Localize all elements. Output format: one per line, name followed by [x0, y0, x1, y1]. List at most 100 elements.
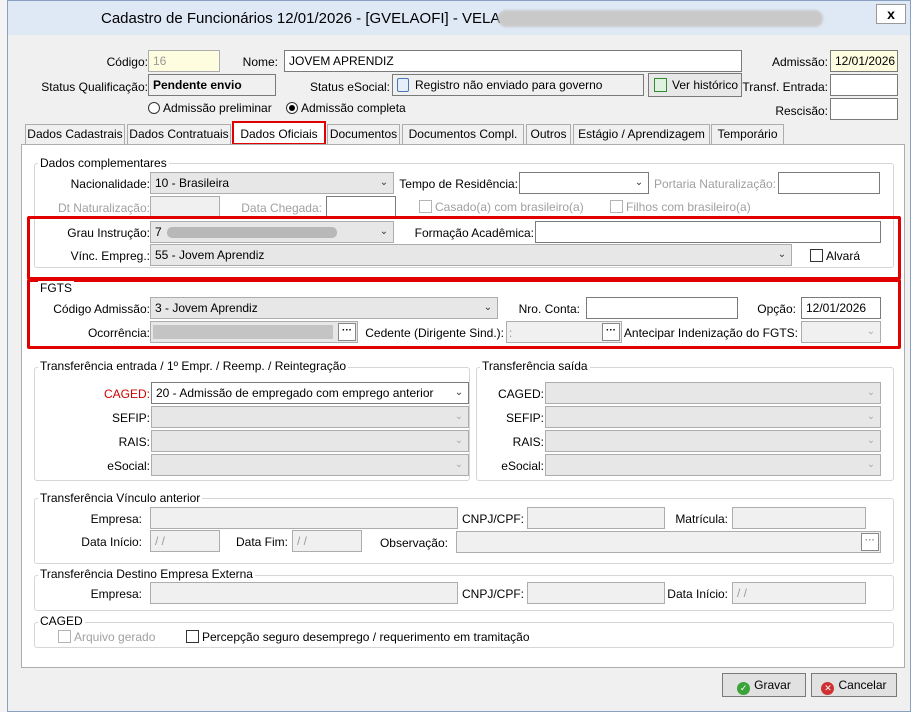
cnpj-destino-label: CNPJ/CPF:	[462, 587, 525, 601]
tab-temporario[interactable]: Temporário	[711, 124, 784, 144]
codigo-field[interactable]: 16	[148, 50, 220, 72]
vinculo-anterior-title: Transferência Vínculo anterior	[38, 491, 203, 505]
caged-entrada-select[interactable]: 20 - Admissão de empregado com emprego a…	[151, 382, 469, 404]
status-qualificacao-label: Status Qualificação:	[41, 80, 148, 94]
admissao-field[interactable]: 12/01/2026	[830, 50, 898, 72]
casado-checkbox[interactable]	[419, 200, 432, 213]
dados-complementares-title: Dados complementares	[38, 156, 169, 170]
esocial-entrada-label: eSocial:	[107, 459, 150, 473]
close-button[interactable]: x	[876, 4, 906, 24]
title-bar[interactable]: Cadastro de Funcionários 12/01/2026 - [G…	[8, 1, 910, 35]
empresa-destino-field[interactable]	[150, 582, 458, 604]
transf-entrada-field[interactable]	[830, 74, 898, 96]
tab-dados-oficiais[interactable]: Dados Oficiais	[232, 121, 326, 145]
chevron-down-icon: ⌄	[454, 387, 464, 398]
chevron-down-icon: ⌄	[634, 177, 644, 188]
data-inicio-anterior-field[interactable]: / /	[150, 530, 220, 552]
status-esocial-text: Registro não enviado para governo	[415, 78, 603, 92]
tab-outros[interactable]: Outros	[526, 124, 571, 144]
rais-entrada-select[interactable]: ⌄	[151, 430, 469, 452]
admissao-preliminar-radio[interactable]	[148, 102, 160, 114]
data-inicio-destino-field[interactable]: / /	[732, 582, 866, 604]
opcao-field[interactable]: 12/01/2026	[801, 297, 881, 319]
admissao-label: Admissão:	[771, 55, 828, 69]
matricula-label: Matrícula:	[675, 512, 728, 526]
transf-entrada-title: Transferência entrada / 1º Empr. / Reemp…	[38, 359, 349, 373]
cnpj-anterior-label: CNPJ/CPF:	[462, 512, 525, 526]
filhos-checkbox[interactable]	[610, 200, 623, 213]
percepcao-label: Percepção seguro desemprego / requerimen…	[202, 630, 530, 644]
tab-estagio-aprendizagem[interactable]: Estágio / Aprendizagem	[573, 124, 710, 144]
admissao-preliminar-label: Admissão preliminar	[163, 101, 272, 115]
gravar-button[interactable]: ✓ Gravar	[722, 673, 806, 697]
antecipar-label: Antecipar Indenização do FGTS:	[623, 326, 798, 340]
filhos-label: Filhos com brasileiro(a)	[626, 200, 751, 214]
nacionalidade-value: 10 - Brasileira	[155, 176, 230, 190]
chevron-down-icon: ⌄	[454, 459, 464, 470]
data-chegada-field[interactable]	[326, 196, 396, 218]
chevron-down-icon: ⌄	[866, 387, 876, 398]
data-fim-field[interactable]: / /	[292, 530, 362, 552]
cnpj-anterior-field[interactable]	[527, 507, 665, 529]
dt-naturalizacao-field[interactable]	[150, 196, 220, 218]
data-chegada-label: Data Chegada:	[241, 201, 322, 215]
chevron-down-icon: ⌄	[483, 302, 493, 313]
antecipar-select[interactable]: ⌄	[801, 321, 881, 343]
nro-conta-field[interactable]	[586, 297, 738, 319]
tab-documentos[interactable]: Documentos	[327, 124, 400, 144]
portaria-field[interactable]	[778, 172, 880, 194]
grau-instrucao-select[interactable]: 7 ⌄	[150, 221, 394, 243]
ellipsis-icon[interactable]: ···	[338, 323, 356, 341]
dados-oficiais-panel: Dados complementares Nacionalidade: 10 -…	[21, 144, 905, 668]
alvara-checkbox[interactable]	[810, 249, 823, 262]
check-icon: ✓	[737, 682, 751, 695]
ellipsis-icon[interactable]: ···	[861, 533, 879, 551]
codigo-label: Código:	[106, 55, 148, 69]
nacionalidade-select[interactable]: 10 - Brasileira ⌄	[150, 172, 394, 194]
ver-historico-button[interactable]: Ver histórico	[648, 73, 742, 97]
arquivo-gerado-checkbox[interactable]	[58, 630, 71, 643]
tab-documentos-compl[interactable]: Documentos Compl.	[402, 124, 524, 144]
gravar-label: Gravar	[754, 678, 791, 692]
sefip-saida-select[interactable]: ⌄	[545, 406, 881, 428]
status-esocial-field: Registro não enviado para governo	[392, 74, 644, 96]
tab-dados-contratuais[interactable]: Dados Contratuais	[127, 124, 231, 144]
empresa-anterior-field[interactable]	[150, 507, 458, 529]
ellipsis-icon[interactable]: ···	[602, 323, 620, 341]
esocial-entrada-select[interactable]: ⌄	[151, 454, 469, 476]
rais-saida-select[interactable]: ⌄	[545, 430, 881, 452]
transf-entrada-label: Transf. Entrada:	[742, 80, 828, 94]
rescisao-field[interactable]	[830, 98, 898, 120]
empresa-destino-label: Empresa:	[90, 587, 142, 601]
ocorrencia-field[interactable]: ···	[150, 321, 358, 343]
percepcao-checkbox[interactable]	[186, 630, 199, 643]
portaria-label: Portaria Naturalização:	[653, 177, 776, 191]
nome-field[interactable]: JOVEM APRENDIZ	[284, 50, 742, 72]
caged-saida-label: CAGED:	[497, 387, 544, 401]
sefip-entrada-select[interactable]: ⌄	[151, 406, 469, 428]
vinc-empreg-value: 55 - Jovem Aprendiz	[155, 248, 265, 262]
tempo-residencia-select[interactable]: ⌄	[519, 172, 649, 194]
esocial-saida-select[interactable]: ⌄	[545, 454, 881, 476]
nro-conta-label: Nro. Conta:	[518, 302, 580, 316]
sefip-entrada-label: SEFIP:	[111, 411, 150, 425]
observacao-field[interactable]: ···	[456, 531, 881, 553]
nacionalidade-label: Nacionalidade:	[70, 177, 150, 191]
chevron-down-icon: ⌄	[866, 326, 876, 337]
formacao-field[interactable]	[535, 221, 881, 243]
vinc-empreg-select[interactable]: 55 - Jovem Aprendiz ⌄	[150, 244, 792, 266]
employee-registration-window: Cadastro de Funcionários 12/01/2026 - [G…	[7, 0, 911, 712]
cancelar-button[interactable]: ✕ Cancelar	[811, 673, 897, 697]
caged-title: CAGED	[38, 614, 85, 628]
admissao-completa-radio[interactable]	[286, 102, 298, 114]
cnpj-destino-field[interactable]	[527, 582, 665, 604]
matricula-field[interactable]	[732, 507, 866, 529]
tab-dados-cadastrais[interactable]: Dados Cadastrais	[25, 124, 125, 144]
ver-historico-label: Ver histórico	[671, 78, 739, 92]
observacao-label: Observação:	[379, 536, 448, 550]
cedente-field[interactable]: : ···	[506, 321, 622, 343]
caged-saida-select[interactable]: ⌄	[545, 382, 881, 404]
fgts-title: FGTS	[38, 281, 74, 295]
codigo-admissao-select[interactable]: 3 - Jovem Aprendiz ⌄	[150, 297, 498, 319]
data-inicio-destino-label: Data Início:	[667, 587, 728, 601]
